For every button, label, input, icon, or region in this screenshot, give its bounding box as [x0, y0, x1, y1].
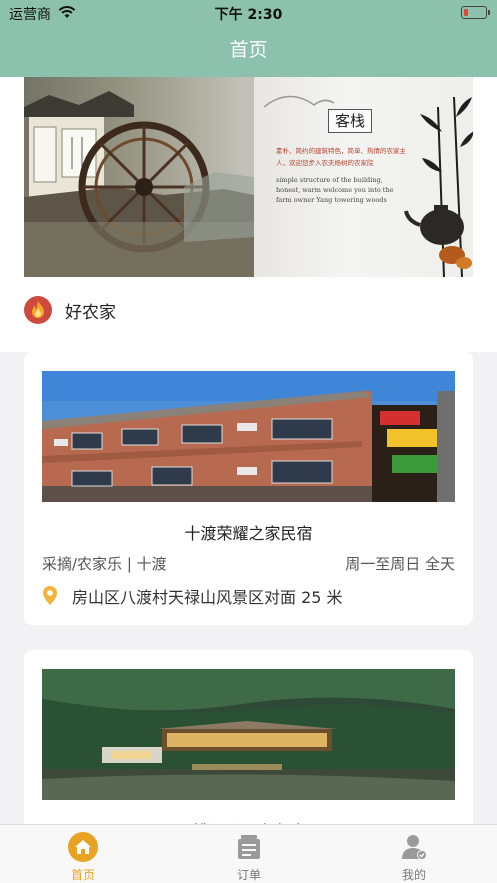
banner-english-text: simple structure of the building, honest…: [276, 176, 394, 204]
flame-icon: [24, 296, 52, 324]
location-pin-icon: [43, 586, 57, 605]
banner-image[interactable]: 客栈 素朴、简约的建筑特色，简单、热情的农家主人，欢迎您步入农夫杨树的农家院 s…: [24, 77, 473, 277]
tab-bar: 首页 订单 我的: [0, 824, 497, 883]
listing-photo: [42, 371, 455, 502]
listing-location: 房山区八渡村天禄山风景区对面 25 米: [42, 584, 343, 608]
tab-profile-label: 我的: [401, 868, 426, 882]
tab-profile[interactable]: 我的: [331, 825, 497, 883]
order-icon: [238, 835, 260, 859]
tab-orders[interactable]: 订单: [166, 825, 332, 883]
tab-orders-label: 订单: [236, 868, 261, 882]
listing-name: 十渡荣耀之家民宿: [184, 524, 313, 543]
home-icon: [68, 832, 98, 862]
section-title: 好农家: [65, 302, 116, 323]
profile-icon: [402, 835, 427, 860]
listing-card[interactable]: 十渡荣耀之家民宿 采摘/农家乐 | 十渡 周一至周日 全天 房山区八渡村天禄山风…: [24, 352, 473, 625]
section-header: 好农家: [24, 296, 116, 324]
page-title: 首页: [229, 39, 268, 61]
listing-address: 房山区八渡村天禄山风景区对面 25 米: [72, 588, 343, 607]
listing-card[interactable]: 桃源谷 · 农家院: [24, 650, 473, 850]
status-bar: 运营商 下午 2:30: [0, 0, 497, 26]
banner-chinese-text: 素朴、简约的建筑特色，简单、热情的农家主人，欢迎您步入农夫杨树的农家院: [276, 147, 406, 167]
nav-bar: 首页: [0, 26, 497, 77]
battery-icon: [461, 6, 490, 19]
listing-hours: 周一至周日 全天: [345, 555, 455, 573]
listing-tags: 采摘/农家乐 | 十渡: [42, 555, 167, 573]
banner-badge: 客栈: [328, 109, 372, 133]
tab-home[interactable]: 首页: [0, 825, 166, 883]
clock: 下午 2:30: [214, 7, 283, 23]
listing-photo: [42, 669, 455, 800]
tab-home-label: 首页: [70, 868, 95, 882]
